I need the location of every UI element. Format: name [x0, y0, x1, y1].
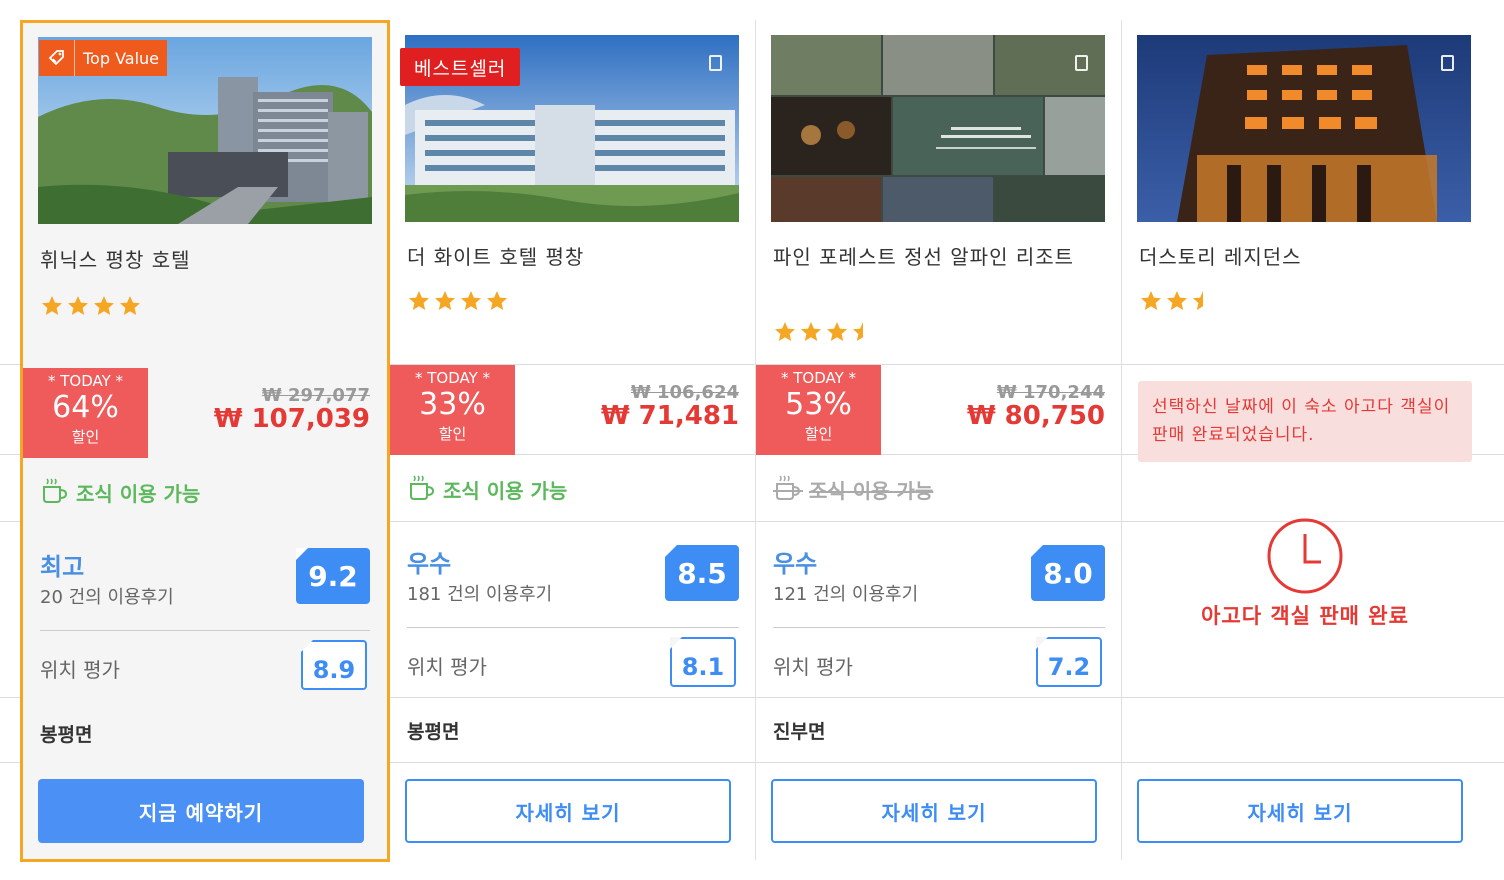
discounted-price: ₩ 71,481 [600, 401, 739, 431]
star-rating [1139, 289, 1215, 313]
star-icon [94, 296, 114, 315]
star-rating [407, 289, 509, 313]
hotel-card-white-hotel[interactable]: 베스트셀러 더 화이트 호텔 평창 * TODAY * 33% 할인 ₩ 106… [390, 20, 756, 880]
breakfast-label: 조식 이용 가능 [443, 479, 568, 503]
view-details-button[interactable]: 자세히 보기 [1137, 779, 1463, 843]
discount-today-label: * TODAY * [414, 369, 491, 387]
discount-badge: * TODAY * 33% 할인 [390, 365, 515, 455]
location-score: 8.9 [301, 640, 367, 690]
price-block: ₩ 297,077 ₩ 107,039 [214, 385, 370, 434]
hotel-card-pine-forest[interactable]: 파인 포레스트 정선 알파인 리조트 * TODAY * 53% 할인 ₩ 17… [756, 20, 1122, 880]
discount-today-label: * TODAY * [47, 372, 124, 390]
star-icon [409, 291, 429, 310]
badge-label: Top Value [83, 48, 160, 68]
price-block: ₩ 106,624 ₩ 71,481 [601, 382, 739, 431]
hotel-name[interactable]: 더 화이트 호텔 평창 [407, 242, 727, 273]
location-score: 7.2 [1036, 637, 1102, 687]
review-count[interactable]: 121 건의 이용후기 [773, 580, 918, 606]
top-value-badge: Top Value [39, 40, 168, 76]
star-icon [1141, 291, 1161, 310]
hotel-comparison-grid: Top Value 휘닉스 평창 호텔 * TODAY * 64% 할인 ₩ 2… [0, 0, 1504, 880]
star-icon [1167, 291, 1187, 310]
hotel-name[interactable]: 휘닉스 평창 호텔 [40, 245, 360, 276]
area-name: 봉평면 [407, 721, 460, 743]
hotel-photo[interactable] [771, 35, 1105, 222]
discounted-price: ₩ 80,750 [966, 401, 1105, 431]
book-now-button[interactable]: 지금 예약하기 [38, 779, 364, 843]
view-details-button[interactable]: 자세히 보기 [405, 779, 731, 843]
discount-percent: 64% [52, 390, 119, 425]
review-count[interactable]: 20 건의 이용후기 [40, 583, 174, 609]
sold-out-message: 선택하신 날짜에 이 숙소 아고다 객실이 판매 완료되었습니다. [1138, 381, 1472, 462]
discount-suffix: 할인 [438, 425, 467, 443]
bookmark-icon[interactable] [709, 55, 722, 71]
coffee-cup-icon [40, 475, 70, 510]
bookmark-icon[interactable] [1441, 55, 1454, 71]
tag-icon [39, 40, 75, 76]
location-label: 위치 평가 [40, 658, 120, 682]
discount-badge: * TODAY * 53% 할인 [756, 365, 881, 455]
discount-suffix: 할인 [804, 425, 833, 443]
rating-label: 최고 [40, 553, 85, 581]
star-icon [461, 291, 481, 310]
star-rating [773, 320, 875, 344]
breakfast-available: 조식 이용 가능 [40, 475, 200, 510]
area-name: 봉평면 [40, 724, 93, 746]
coffee-cup-icon [773, 472, 803, 507]
coffee-cup-icon [407, 472, 437, 507]
star-icon [775, 322, 795, 341]
discount-today-label: * TODAY * [780, 369, 857, 387]
sold-out-label: 아고다 객실 판매 완료 [1201, 604, 1409, 628]
breakfast-unavailable: 조식 이용 가능 [773, 472, 933, 507]
review-score: 9.2 [296, 548, 370, 604]
review-score: 8.5 [665, 545, 739, 601]
inner-divider [407, 627, 739, 628]
breakfast-label: 조식 이용 가능 [76, 482, 201, 506]
original-price: ₩ 106,624 [630, 382, 739, 403]
discount-badge: * TODAY * 64% 할인 [23, 368, 148, 458]
inner-divider [40, 630, 370, 631]
hotel-photo[interactable] [1137, 35, 1471, 222]
location-label: 위치 평가 [407, 655, 487, 679]
rating-label: 우수 [773, 550, 818, 578]
rating-label: 우수 [407, 550, 452, 578]
area-name: 진부면 [773, 721, 826, 743]
star-icon [42, 296, 62, 315]
location-score: 8.1 [670, 637, 736, 687]
inner-divider [773, 627, 1105, 628]
review-count[interactable]: 181 건의 이용후기 [407, 580, 552, 606]
discount-percent: 53% [785, 387, 852, 422]
hotel-card-phoenix[interactable]: Top Value 휘닉스 평창 호텔 * TODAY * 64% 할인 ₩ 2… [20, 20, 390, 862]
star-icon [435, 291, 455, 310]
bestseller-badge: 베스트셀러 [400, 48, 521, 86]
star-icon [827, 322, 847, 341]
price-block: ₩ 170,244 ₩ 80,750 [967, 382, 1105, 431]
view-details-button[interactable]: 자세히 보기 [771, 779, 1097, 843]
star-icon [487, 291, 507, 310]
review-score: 8.0 [1031, 545, 1105, 601]
half-star-icon [1193, 291, 1203, 310]
star-rating [40, 294, 142, 318]
original-price: ₩ 170,244 [996, 382, 1105, 403]
breakfast-available: 조식 이용 가능 [407, 472, 567, 507]
star-icon [68, 296, 88, 315]
star-icon [801, 322, 821, 341]
location-label: 위치 평가 [773, 655, 853, 679]
hotel-name[interactable]: 파인 포레스트 정선 알파인 리조트 [773, 242, 1093, 273]
half-star-icon [853, 322, 863, 341]
breakfast-label: 조식 이용 가능 [809, 479, 934, 503]
hotel-name[interactable]: 더스토리 레지던스 [1139, 242, 1459, 273]
clock-icon [1265, 516, 1345, 600]
bookmark-icon[interactable] [1075, 55, 1088, 71]
star-icon [120, 296, 140, 315]
original-price: ₩ 297,077 [261, 385, 370, 406]
discounted-price: ₩ 107,039 [213, 404, 370, 434]
discount-percent: 33% [419, 387, 486, 422]
hotel-card-the-story[interactable]: 더스토리 레지던스 선택하신 날짜에 이 숙소 아고다 객실이 판매 완료되었습… [1122, 20, 1488, 880]
discount-suffix: 할인 [71, 428, 100, 446]
